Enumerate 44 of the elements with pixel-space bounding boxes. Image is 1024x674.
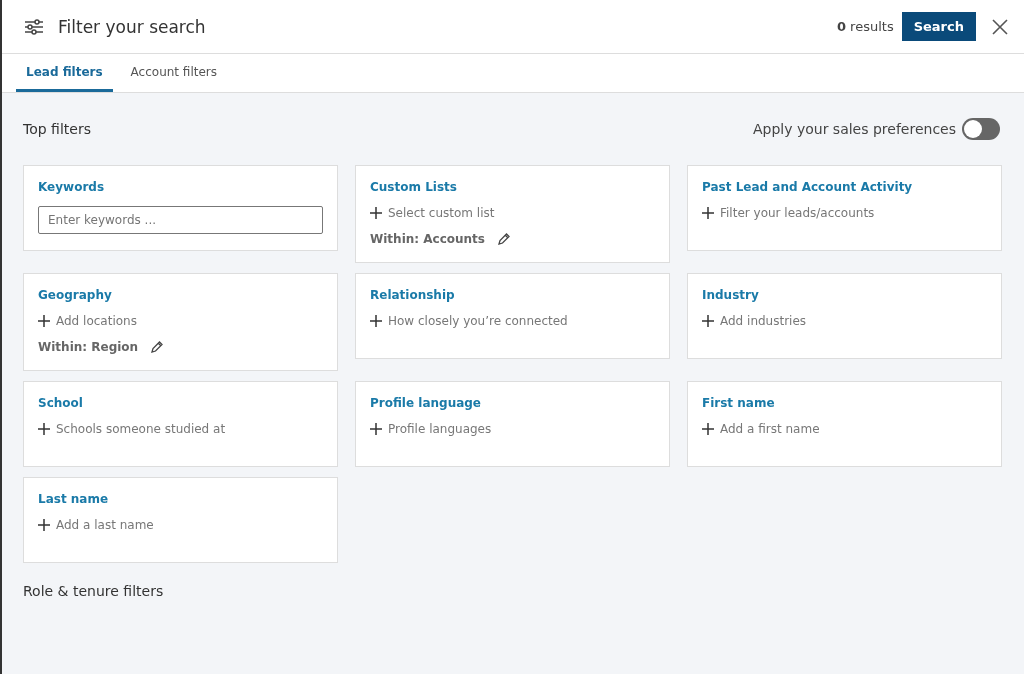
add-filter-link[interactable]: Add locations xyxy=(38,314,137,328)
plus-icon xyxy=(370,423,382,435)
section-heading: Role & tenure filters xyxy=(23,583,165,599)
add-filter-link[interactable]: Select custom list xyxy=(370,206,495,220)
filter-title: Keywords xyxy=(38,180,106,194)
filter-title: Relationship xyxy=(370,288,456,302)
add-filter-link[interactable]: Filter your leads/accounts xyxy=(702,206,875,220)
preference-label: Apply your sales preferences xyxy=(752,121,956,137)
filter-title: First name xyxy=(702,396,776,410)
add-filter-link[interactable]: Profile languages xyxy=(370,422,492,436)
plus-icon xyxy=(370,207,382,219)
add-filter-link[interactable]: Add a first name xyxy=(702,422,820,436)
filter-title: Geography xyxy=(38,288,113,302)
filter-title: School xyxy=(38,396,84,410)
add-filter-link[interactable]: Add a last name xyxy=(38,518,154,532)
filter-title: Last name xyxy=(38,492,110,506)
preference-toggle[interactable] xyxy=(962,118,1000,140)
keywords-field[interactable]: Enter keywords ... xyxy=(38,206,323,234)
plus-icon xyxy=(38,423,50,435)
pencil-icon[interactable] xyxy=(497,232,511,246)
plus-icon xyxy=(702,423,714,435)
filter-title: Custom Lists xyxy=(370,180,458,194)
filter-title: Profile language xyxy=(370,396,482,410)
results-count: 0 results xyxy=(836,19,894,34)
plus-icon xyxy=(38,519,50,531)
plus-icon xyxy=(702,315,714,327)
pencil-icon[interactable] xyxy=(150,340,165,354)
plus-icon xyxy=(38,315,50,327)
add-filter-link[interactable]: Schools someone studied at xyxy=(38,422,226,436)
filter-icon xyxy=(24,18,44,35)
filter-title: Industry xyxy=(702,288,760,302)
plus-icon xyxy=(370,315,382,327)
scope-label: Within: Region xyxy=(38,340,139,354)
filter-tab[interactable]: Account filters xyxy=(120,54,228,92)
filter-tab[interactable]: Lead filters xyxy=(16,54,113,92)
search-button[interactable]: Search xyxy=(901,12,976,41)
section-heading: Top filters xyxy=(23,121,91,137)
add-filter-link[interactable]: Add industries xyxy=(702,314,807,328)
close-icon[interactable] xyxy=(992,18,1008,35)
add-filter-link[interactable]: How closely you’re connected xyxy=(370,314,568,328)
dialog-title: Filter your search xyxy=(58,16,206,37)
plus-icon xyxy=(702,207,714,219)
scope-label: Within: Accounts xyxy=(370,232,485,246)
filter-title: Past Lead and Account Activity xyxy=(702,180,914,194)
